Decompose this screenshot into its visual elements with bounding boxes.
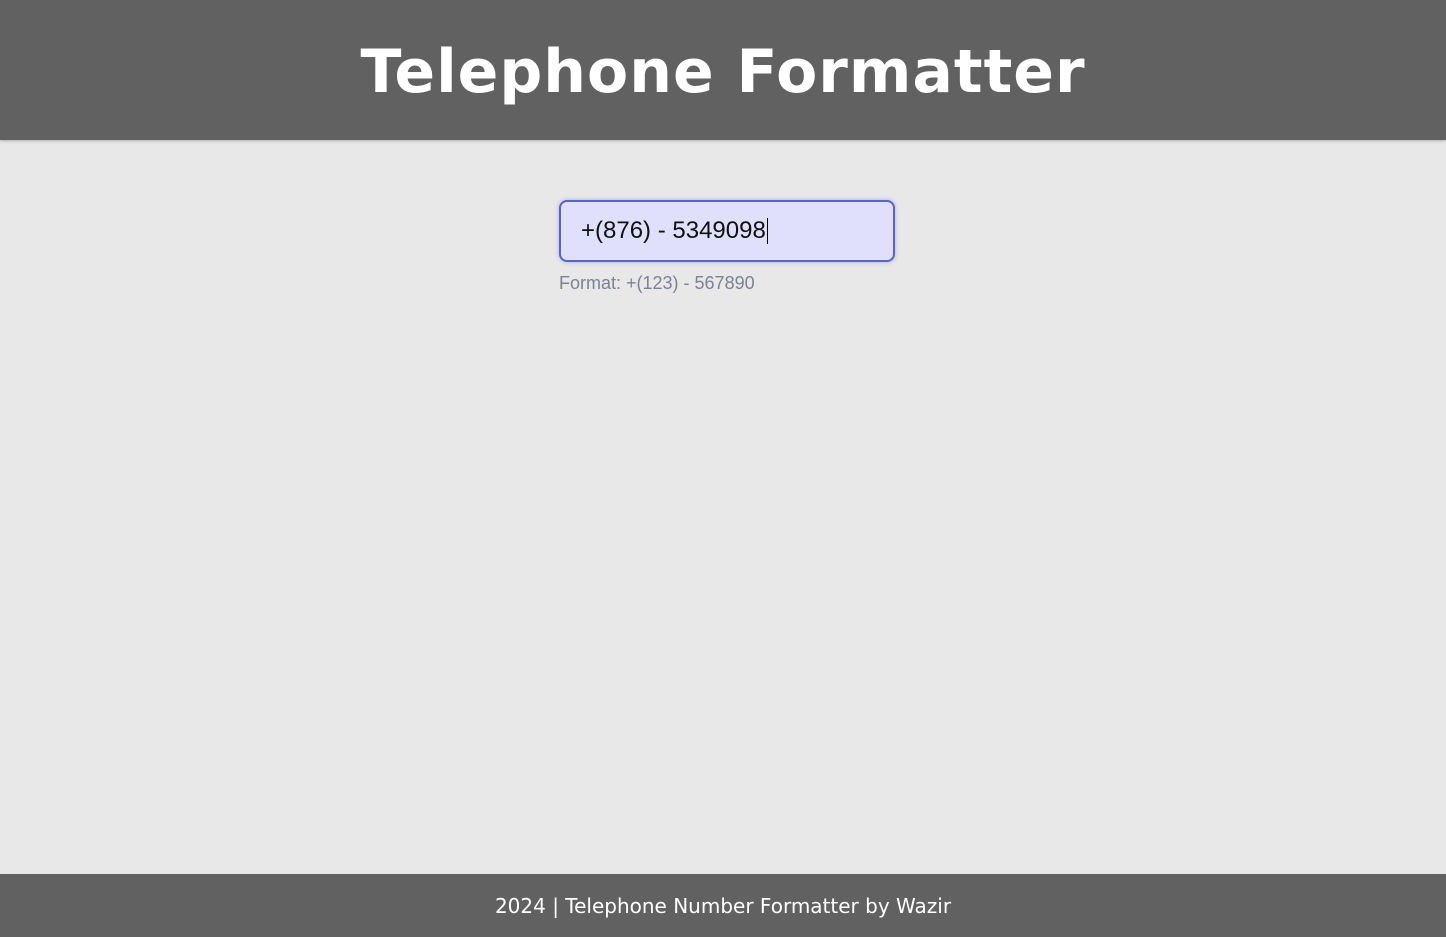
- footer-text: 2024 | Telephone Number Formatter by Waz…: [494, 893, 952, 918]
- telephone-input[interactable]: +(876) - 5349098: [559, 200, 895, 262]
- phone-input-group: +(876) - 5349098 Format: +(123) - 567890: [559, 200, 895, 294]
- telephone-input-value: +(876) - 5349098: [581, 217, 766, 244]
- format-hint: Format: +(123) - 567890: [559, 273, 755, 293]
- app-header: Telephone Formatter: [0, 0, 1446, 140]
- page-title: Telephone Formatter: [360, 37, 1086, 107]
- main-content: +(876) - 5349098 Format: +(123) - 567890: [0, 140, 1446, 874]
- text-caret: [766, 218, 768, 244]
- app-footer: 2024 | Telephone Number Formatter by Waz…: [0, 874, 1446, 937]
